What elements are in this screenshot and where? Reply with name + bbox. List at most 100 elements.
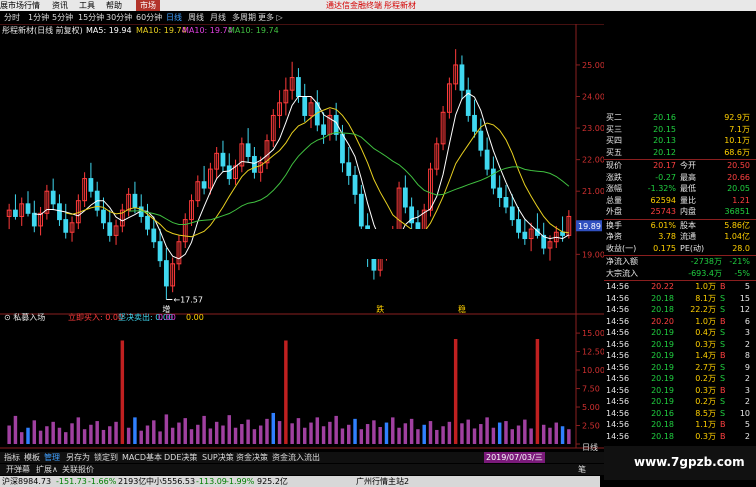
tick-time: 14:56	[606, 339, 630, 349]
volume-bar	[441, 426, 445, 444]
candle-body	[491, 168, 496, 189]
stat-key: 涨跌	[606, 172, 622, 182]
tick-count: 12	[739, 305, 750, 314]
volume-bar	[82, 429, 87, 444]
flow-pct: -5%	[734, 268, 750, 278]
index-sh-value: 沪深8984.73	[2, 477, 52, 486]
volume-bar	[447, 421, 452, 444]
volume-bar	[302, 427, 307, 444]
volume-bar	[51, 421, 55, 444]
candle-body	[402, 187, 408, 208]
volume-bar	[57, 427, 62, 444]
indicator-tab-8[interactable]: 资金决策	[236, 452, 268, 463]
volume-bar	[497, 422, 502, 444]
menu-item-news[interactable]: 资讯	[52, 0, 68, 11]
ask-volume: 92.9万	[724, 113, 750, 122]
period-tab-8[interactable]: 月线	[210, 12, 226, 24]
tick-time: 14:56	[606, 420, 630, 429]
tick-price: 20.18	[651, 305, 674, 314]
period-tab-1[interactable]: 1分钟	[28, 12, 49, 24]
tick-time: 14:56	[606, 293, 630, 303]
volume-axis-label: 5.00	[582, 403, 600, 412]
volume-bar	[45, 426, 49, 444]
tick-price: 20.18	[651, 293, 674, 303]
tick-volume: 0.2万	[695, 397, 716, 406]
candle-body	[151, 228, 157, 243]
menu-item-tools[interactable]: 工具	[79, 0, 95, 11]
stat-value: 20.05	[727, 184, 750, 193]
volume-bar	[38, 430, 43, 444]
candle-body	[107, 222, 113, 236]
kline-chart[interactable]: 19.00 21.00 22.00 23.00 24.00 25.00 2.50 5.00 7.…	[0, 24, 604, 452]
period-tab-2[interactable]: 5分钟	[52, 12, 73, 24]
indicator-tab-4[interactable]: 锁定到	[94, 452, 118, 463]
flow-value: -693.4万	[688, 268, 722, 278]
period-tab-10[interactable]: 更多 ▷	[258, 12, 283, 24]
volume-bar	[365, 424, 370, 444]
volume-bar	[403, 423, 408, 444]
extra-tab-0[interactable]: 开弹幕	[6, 464, 30, 475]
volume-axis-label: 2.50	[582, 422, 600, 431]
period-tab-7[interactable]: 周线	[188, 12, 204, 24]
period-tab-3[interactable]: 15分钟	[78, 12, 104, 24]
right-tab-stroke[interactable]: 笔	[578, 464, 586, 475]
fund-key: 流通	[680, 232, 696, 241]
volume-bar	[271, 412, 276, 444]
tick-time: 14:56	[606, 316, 630, 326]
menu-item-market[interactable]: 展市场行情	[0, 0, 40, 11]
stat-key: 涨幅	[606, 184, 622, 193]
period-tab-5[interactable]: 60分钟	[136, 12, 162, 24]
tick-count: 2	[744, 431, 750, 441]
indicator-tab-6[interactable]: DDE决策	[164, 452, 197, 463]
tick-time: 14:56	[606, 385, 630, 395]
menu-item-active-market[interactable]: 市场	[136, 0, 160, 11]
candle-body	[560, 231, 565, 236]
volume-bar	[284, 340, 288, 444]
indicator-tab-9[interactable]: 资金流入流出	[272, 452, 320, 463]
tick-row: 14:56 20.19 0.2万 S 2	[604, 396, 756, 407]
indicator-tab-3[interactable]: 另存为	[66, 452, 90, 463]
candle-body	[484, 149, 490, 170]
stat-row: 现价 20.17 今开 20.50	[604, 160, 756, 171]
fund-value: 0.175	[653, 243, 676, 253]
promo-label[interactable]: 通达信金融终端	[326, 0, 382, 11]
volume-bar	[164, 414, 169, 444]
candle-body	[478, 130, 484, 151]
period-tab-6[interactable]: 日线	[166, 12, 182, 24]
ask-price: 20.15	[653, 124, 676, 134]
tick-price: 20.16	[651, 408, 674, 418]
volume-bar	[510, 429, 514, 444]
tick-time: 14:56	[606, 408, 630, 418]
volume-bar	[196, 424, 200, 444]
fund-value: 1.04亿	[724, 232, 750, 241]
ask-label: 买三	[606, 124, 622, 134]
volume-bar	[64, 432, 68, 444]
indicator-tab-5[interactable]: MACD基本	[122, 452, 162, 463]
tick-side: B	[720, 420, 726, 429]
candle-body	[522, 231, 528, 240]
candle-body	[340, 133, 345, 164]
volume-bar	[277, 421, 282, 444]
period-tab-4[interactable]: 30分钟	[106, 12, 132, 24]
menu-item-help[interactable]: 帮助	[106, 0, 122, 11]
period-tab-0[interactable]: 分时	[4, 12, 20, 24]
tick-volume: 1.1万	[695, 420, 716, 429]
stat-value: 62594	[650, 195, 676, 205]
volume-axis-label: 12.50	[582, 348, 604, 357]
extra-tab-1[interactable]: 扩展∧	[36, 464, 58, 475]
volume-bar	[397, 427, 401, 444]
extra-tab-2[interactable]: 关联报价	[62, 464, 94, 475]
indicator-tab-7[interactable]: SUP决策	[202, 452, 234, 463]
ask-row: 买二 20.16 92.9万	[604, 112, 756, 123]
indicator-tab-0[interactable]: 指标	[4, 452, 20, 463]
fund-value: 5.86亿	[724, 220, 750, 230]
candle-body	[252, 155, 257, 173]
indicator-tab-2[interactable]: 管理	[44, 452, 60, 463]
candle-body	[245, 143, 251, 157]
index-zx-amount: 925.2亿	[257, 477, 288, 486]
indicator-tab-1[interactable]: 模板	[24, 452, 40, 463]
candle-body	[296, 77, 301, 98]
candle-body	[25, 203, 31, 214]
tick-side: S	[720, 374, 726, 383]
period-tab-9[interactable]: 多周期	[232, 12, 256, 24]
